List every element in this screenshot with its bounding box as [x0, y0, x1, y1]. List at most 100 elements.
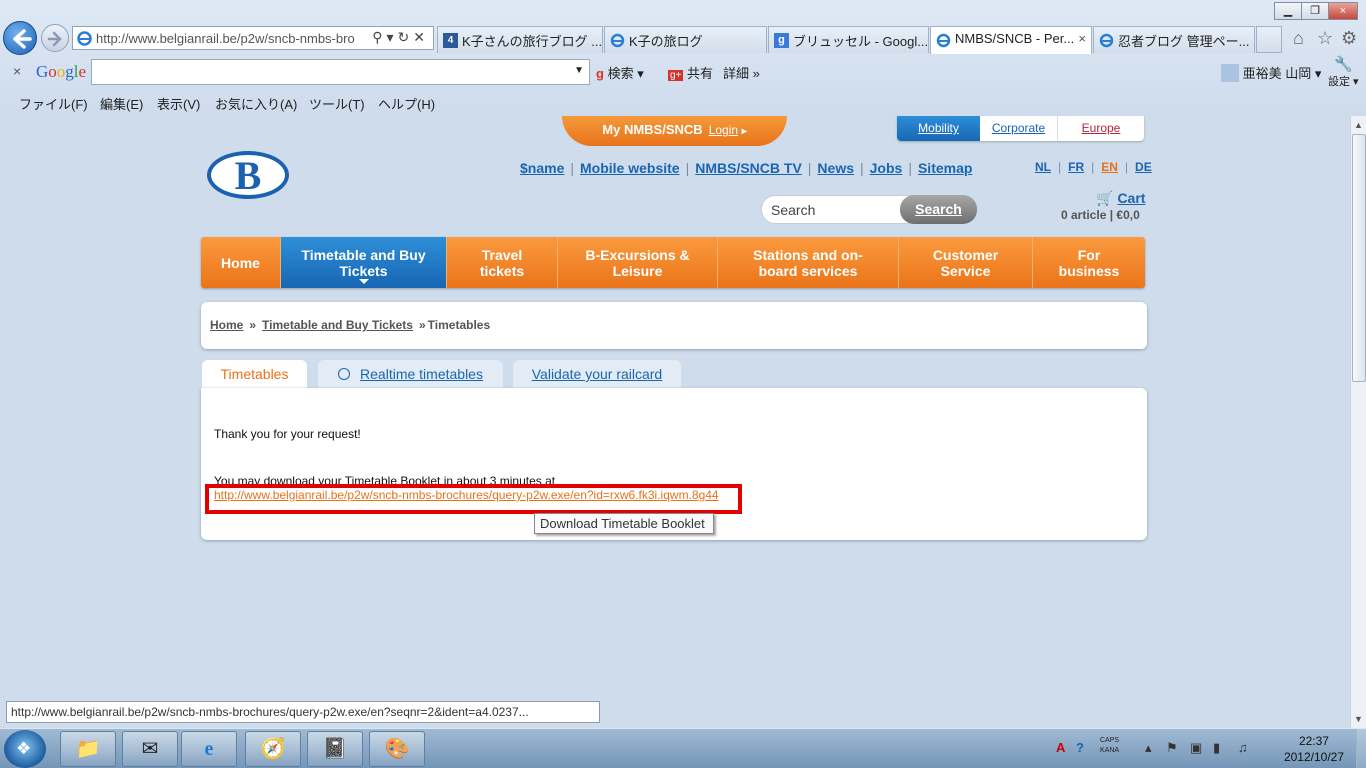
search-button[interactable]: Search: [900, 195, 977, 224]
settings-button[interactable]: 🔧 設定 ▾: [1328, 55, 1359, 89]
site-switcher: Mobility Corporate Europe: [897, 116, 1144, 141]
login-link[interactable]: Login: [709, 123, 738, 137]
breadcrumb-current: Timetables: [427, 318, 491, 332]
google-search-input[interactable]: ▼: [91, 59, 590, 85]
main-navigation: Home Timetable and Buy Tickets Travel ti…: [201, 237, 1145, 288]
settings-label: 設定: [1328, 76, 1350, 88]
google-share-button[interactable]: g+ 共有: [668, 63, 713, 82]
tab-realtime[interactable]: Realtime timetables: [318, 360, 503, 388]
top-link-sitemap[interactable]: Sitemap: [918, 160, 972, 176]
top-link-news[interactable]: News: [817, 160, 854, 176]
nmbs-logo[interactable]: B: [207, 151, 289, 199]
volume-icon[interactable]: ♫: [1238, 740, 1248, 755]
browser-tab-label: 忍者ブログ 管理ペー...: [1118, 34, 1250, 49]
help-tray-icon[interactable]: ?: [1076, 740, 1084, 755]
google-search-label: 検索: [607, 66, 634, 81]
address-bar[interactable]: http://www.belgianrail.be/p2w/sncb-nmbs-…: [72, 26, 434, 50]
toolbar-close-icon[interactable]: ×: [13, 63, 21, 79]
user-account[interactable]: 亜裕美 山岡 ▾: [1221, 63, 1321, 82]
download-tooltip: Download Timetable Booklet: [534, 513, 714, 534]
nav-timetable[interactable]: Timetable and Buy Tickets: [281, 237, 447, 288]
scrollbar-thumb[interactable]: [1352, 134, 1366, 382]
new-tab-button[interactable]: [1256, 26, 1282, 53]
tab-timetables[interactable]: Timetables: [202, 360, 307, 388]
ie-page-icon: [77, 31, 92, 46]
device-icon[interactable]: ▣: [1190, 740, 1202, 756]
nav-excursions[interactable]: B-Excursions & Leisure: [558, 237, 718, 288]
safari-taskbar-button[interactable]: 🧭: [245, 731, 301, 767]
tools-gear-icon[interactable]: ⚙: [1341, 28, 1357, 49]
corporate-link[interactable]: Corporate: [980, 116, 1058, 141]
browser-tab-label: K子さんの旅行ブログ ...: [462, 34, 603, 49]
notes-taskbar-button[interactable]: 📓: [307, 731, 363, 767]
favorites-star-icon[interactable]: ☆: [1317, 28, 1333, 49]
lang-nl[interactable]: NL: [1035, 160, 1051, 174]
nav-travel-tickets[interactable]: Travel tickets: [447, 237, 558, 288]
show-desktop-button[interactable]: [1356, 729, 1366, 768]
google-logo: Google: [36, 62, 87, 81]
browser-tab-5[interactable]: 忍者ブログ 管理ペー...: [1093, 26, 1255, 53]
tab-railcard[interactable]: Validate your railcard: [513, 360, 681, 388]
top-link-tv[interactable]: NMBS/SNCB TV: [695, 160, 802, 176]
lang-fr[interactable]: FR: [1068, 160, 1084, 174]
acrobat-tray-icon[interactable]: A: [1056, 740, 1065, 755]
nav-stations[interactable]: Stations and on-board services: [718, 237, 899, 288]
lang-en[interactable]: EN: [1101, 160, 1118, 174]
menu-file[interactable]: ファイル(F): [19, 94, 88, 113]
scroll-down-icon[interactable]: ▼: [1354, 714, 1363, 724]
scroll-up-icon[interactable]: ▲: [1354, 120, 1363, 130]
home-icon[interactable]: ⌂: [1293, 28, 1304, 49]
minimize-icon[interactable]: ▁: [1274, 2, 1302, 20]
search-input[interactable]: Search: [771, 202, 815, 218]
nav-home[interactable]: Home: [201, 237, 281, 288]
browser-tab-3[interactable]: g ブリュッセル - Googl...: [768, 26, 929, 53]
ie-favicon-icon: [610, 33, 625, 48]
address-url[interactable]: http://www.belgianrail.be/p2w/sncb-nmbs-…: [96, 31, 368, 46]
ie-taskbar-button[interactable]: e: [181, 731, 237, 767]
explorer-taskbar-button[interactable]: 📁: [60, 731, 116, 767]
browser-tab-4-active[interactable]: NMBS/SNCB - Per... ×: [930, 26, 1092, 54]
breadcrumb-timetable[interactable]: Timetable and Buy Tickets: [262, 318, 413, 332]
back-button[interactable]: [3, 21, 37, 55]
menu-view[interactable]: 表示(V): [157, 94, 200, 113]
cart-link[interactable]: 🛒 Cart: [1096, 190, 1145, 207]
google-search-button[interactable]: g 検索 ▾: [596, 63, 644, 82]
clock-date: 2012/10/27: [1283, 750, 1344, 764]
mobility-link[interactable]: Mobility: [897, 116, 980, 141]
menu-favorites[interactable]: お気に入り(A): [215, 94, 297, 113]
vertical-scrollbar[interactable]: ▲ ▼: [1350, 116, 1366, 728]
browser-tab-1[interactable]: 4 K子さんの旅行ブログ ...: [437, 26, 603, 53]
google-more-button[interactable]: 詳細 »: [723, 63, 760, 82]
top-link-mobile[interactable]: Mobile website: [580, 160, 680, 176]
start-button[interactable]: ❖: [4, 730, 46, 768]
nav-for-business[interactable]: For business: [1033, 237, 1145, 288]
thunderbird-taskbar-button[interactable]: ✉: [122, 731, 178, 767]
browser-tab-2[interactable]: K子の旅ログ: [604, 26, 767, 53]
nav-customer-service[interactable]: Customer Service: [899, 237, 1033, 288]
paint-icon: 🎨: [384, 738, 410, 760]
tab-close-icon[interactable]: ×: [1078, 31, 1086, 46]
google-plus-icon: g+: [668, 70, 684, 81]
europe-link[interactable]: Europe: [1058, 116, 1144, 141]
menu-tools[interactable]: ツール(T): [309, 94, 365, 113]
language-switcher: NL | FR | EN | DE: [1035, 160, 1152, 174]
menu-help[interactable]: ヘルプ(H): [378, 94, 435, 113]
network-icon[interactable]: ▮: [1213, 740, 1220, 756]
lang-de[interactable]: DE: [1135, 160, 1152, 174]
paint-taskbar-button[interactable]: 🎨: [369, 731, 425, 767]
address-tools-icons[interactable]: ⚲▾↻✕: [372, 29, 429, 46]
show-hidden-icons[interactable]: ▴: [1145, 740, 1152, 756]
window-close-icon[interactable]: ×: [1328, 2, 1358, 20]
menu-edit[interactable]: 編集(E): [100, 94, 143, 113]
breadcrumb-home[interactable]: Home: [210, 318, 243, 332]
action-center-icon[interactable]: ⚑: [1166, 740, 1178, 756]
top-link-name[interactable]: $name: [520, 160, 564, 176]
my-nmbs-tab[interactable]: My NMBS/SNCB Login ▸: [562, 116, 787, 146]
chevron-down-icon[interactable]: ▼: [574, 65, 584, 76]
avatar: [1221, 64, 1239, 82]
restore-icon[interactable]: ❐: [1301, 2, 1329, 20]
forward-button[interactable]: [41, 24, 69, 52]
clock[interactable]: 22:37 2012/10/27: [1284, 733, 1344, 765]
top-link-jobs[interactable]: Jobs: [870, 160, 903, 176]
taskbar: ❖ 📁 ✉ e 🧭 📓 🎨 A ? CAPS KANA ▴ ⚑ ▣ ▮ ♫ 22:…: [0, 728, 1366, 768]
